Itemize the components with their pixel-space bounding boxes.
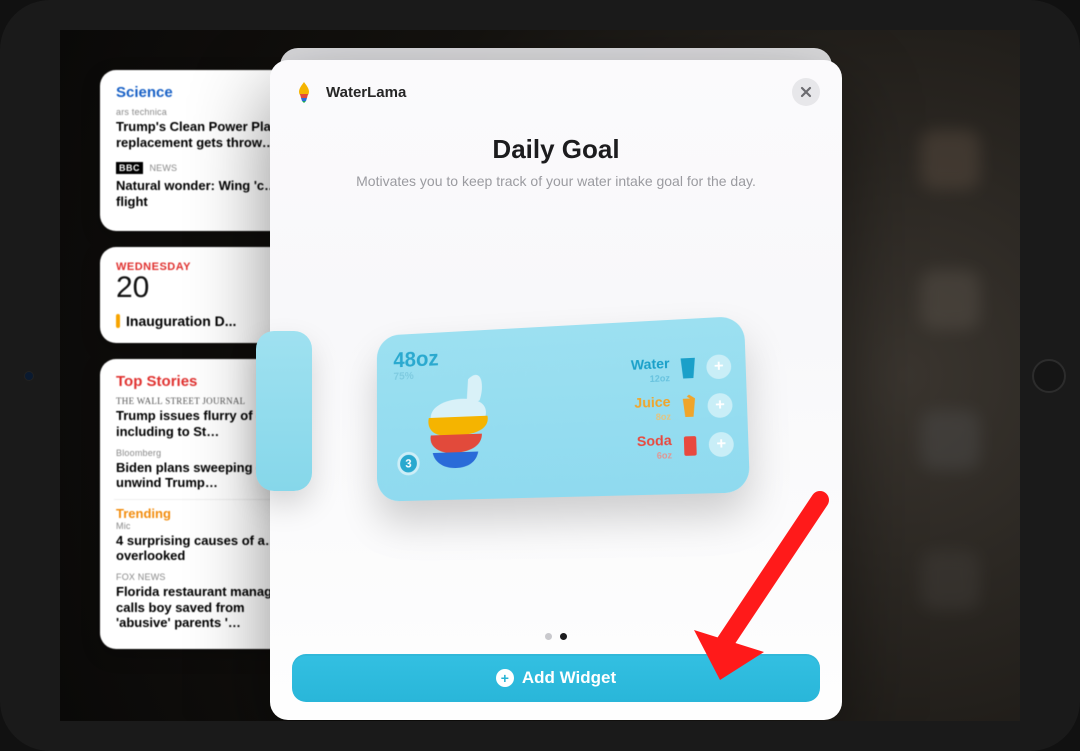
widget-preview-medium: 48oz 75% 3 xyxy=(377,316,750,502)
modal-subtitle: Motivates you to keep track of your wate… xyxy=(292,173,820,189)
llama-illustration: 3 xyxy=(403,369,517,481)
widget-picker-sheet: WaterLama Daily Goal Motivates you to ke… xyxy=(270,60,842,720)
soda-can-icon xyxy=(680,433,701,458)
modal-title: Daily Goal xyxy=(292,134,820,165)
page-dot[interactable] xyxy=(545,633,552,640)
drink-name: Water xyxy=(631,355,670,373)
add-soda-button[interactable]: + xyxy=(708,432,734,458)
add-widget-button[interactable]: + Add Widget xyxy=(292,654,820,702)
drink-name: Soda xyxy=(637,432,672,449)
water-glass-icon xyxy=(677,356,698,381)
front-camera xyxy=(24,371,34,381)
ipad-frame: Science ars technica Trump's Clean Power… xyxy=(0,0,1080,751)
app-name-label: WaterLama xyxy=(326,84,406,101)
blurred-app-icon xyxy=(920,270,980,330)
modal-header: WaterLama xyxy=(292,78,820,106)
add-juice-button[interactable]: + xyxy=(707,393,733,419)
preview-row-juice: Juice8oz + xyxy=(551,391,733,426)
blurred-app-icon xyxy=(920,130,980,190)
preview-left-column: 48oz 75% 3 xyxy=(393,340,552,489)
calendar-event-color-bar xyxy=(116,314,120,328)
news-source-suffix: NEWS xyxy=(149,163,177,173)
add-widget-label: Add Widget xyxy=(522,668,616,688)
news-source: BBC xyxy=(116,162,143,174)
close-icon xyxy=(800,86,812,98)
close-button[interactable] xyxy=(792,78,820,106)
blurred-app-icon xyxy=(920,410,980,470)
previous-widget-peek[interactable] xyxy=(256,331,312,491)
app-icon xyxy=(292,80,316,104)
page-indicator[interactable] xyxy=(292,633,820,640)
juice-glass-icon xyxy=(679,394,700,419)
preview-row-soda: Soda6oz + xyxy=(552,430,735,464)
drink-name: Juice xyxy=(634,393,671,411)
home-screen: Science ars technica Trump's Clean Power… xyxy=(60,30,1020,721)
preview-row-water: Water12oz + xyxy=(550,352,731,388)
background-app-icons xyxy=(920,130,980,610)
blurred-app-icon xyxy=(920,550,980,610)
add-water-button[interactable]: + xyxy=(706,354,732,380)
drink-oz: 8oz xyxy=(635,411,672,423)
page-dot-active[interactable] xyxy=(560,633,567,640)
calendar-event-text: Inauguration D... xyxy=(126,313,236,329)
widget-preview-carousel[interactable]: 48oz 75% 3 xyxy=(292,189,820,633)
preview-right-column: Water12oz + Juice8oz + Soda6oz + xyxy=(550,331,735,485)
home-button[interactable] xyxy=(1032,359,1066,393)
drink-oz: 6oz xyxy=(637,450,672,461)
plus-circle-icon: + xyxy=(496,669,514,687)
drink-oz: 12oz xyxy=(631,373,670,385)
